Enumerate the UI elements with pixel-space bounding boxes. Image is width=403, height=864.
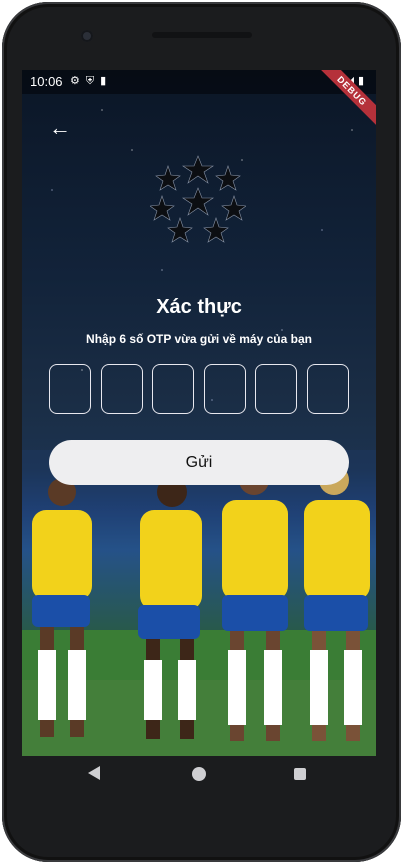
otp-digit-5[interactable]: [255, 364, 298, 414]
otp-digit-1[interactable]: [49, 364, 91, 414]
send-otp-button[interactable]: Gửi: [49, 440, 349, 485]
gear-icon: ⚙: [70, 75, 86, 87]
nav-recent-icon[interactable]: [294, 768, 306, 780]
otp-instruction: Nhập 6 số OTP vừa gửi về máy của bạn: [86, 332, 312, 346]
shield-icon: ⛨: [85, 75, 101, 87]
earpiece-speaker: [152, 32, 252, 38]
battery-icon: ▮: [357, 75, 368, 87]
team-photo: [22, 450, 376, 756]
status-time: 10:06: [30, 74, 63, 89]
status-left-icons: ⚙⛨▮: [70, 74, 112, 88]
otp-digit-2[interactable]: [100, 364, 143, 414]
otp-input-group: [49, 364, 349, 416]
starball-logo: [150, 155, 246, 243]
app-screen: 10:06 ⚙⛨▮ ▼◢▮ DEBUG ← Xác thực Nhập 6 số…: [22, 70, 376, 756]
otp-digit-3[interactable]: [152, 364, 195, 414]
arrow-back-icon: ←: [49, 115, 71, 140]
otp-digit-6[interactable]: [306, 364, 349, 414]
nav-home-icon[interactable]: [192, 767, 206, 781]
back-button[interactable]: ←: [44, 112, 76, 144]
nav-back-icon[interactable]: [88, 766, 100, 780]
status-bar: 10:06 ⚙⛨▮ ▼◢▮ DEBUG: [22, 70, 376, 132]
otp-digit-4[interactable]: [203, 364, 246, 414]
system-nav-bar: [22, 756, 376, 796]
front-camera: [81, 30, 93, 42]
page-title: Xác thực: [156, 296, 242, 318]
sd-card-icon: ▮: [100, 75, 113, 87]
